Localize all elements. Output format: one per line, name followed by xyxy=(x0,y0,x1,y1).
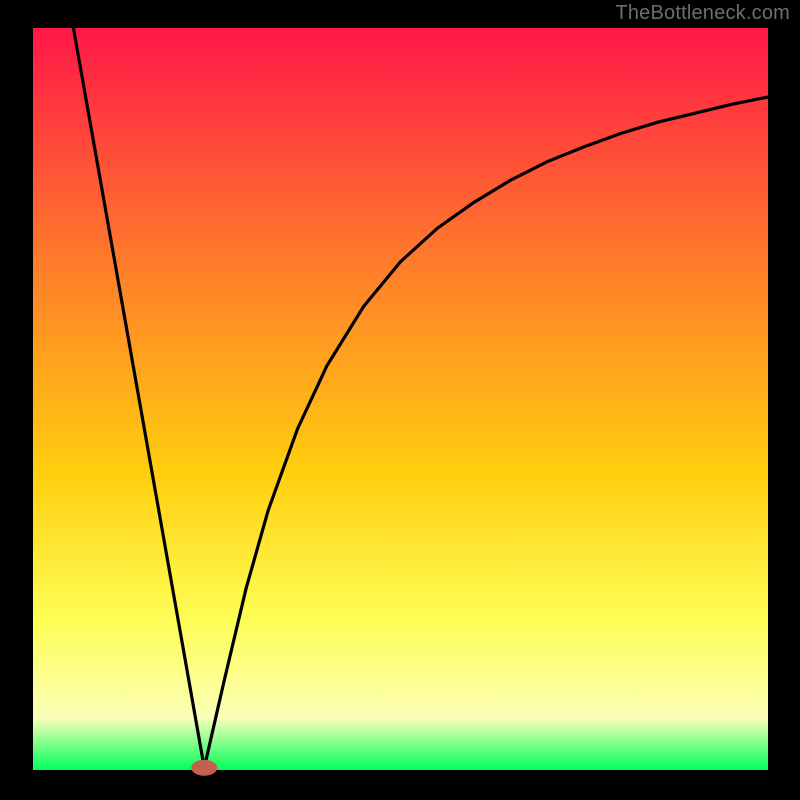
chart-frame: TheBottleneck.com xyxy=(0,0,800,800)
minimum-marker xyxy=(191,760,217,776)
bottleneck-chart xyxy=(0,0,800,800)
plot-background xyxy=(33,28,768,770)
watermark-text: TheBottleneck.com xyxy=(615,2,790,25)
